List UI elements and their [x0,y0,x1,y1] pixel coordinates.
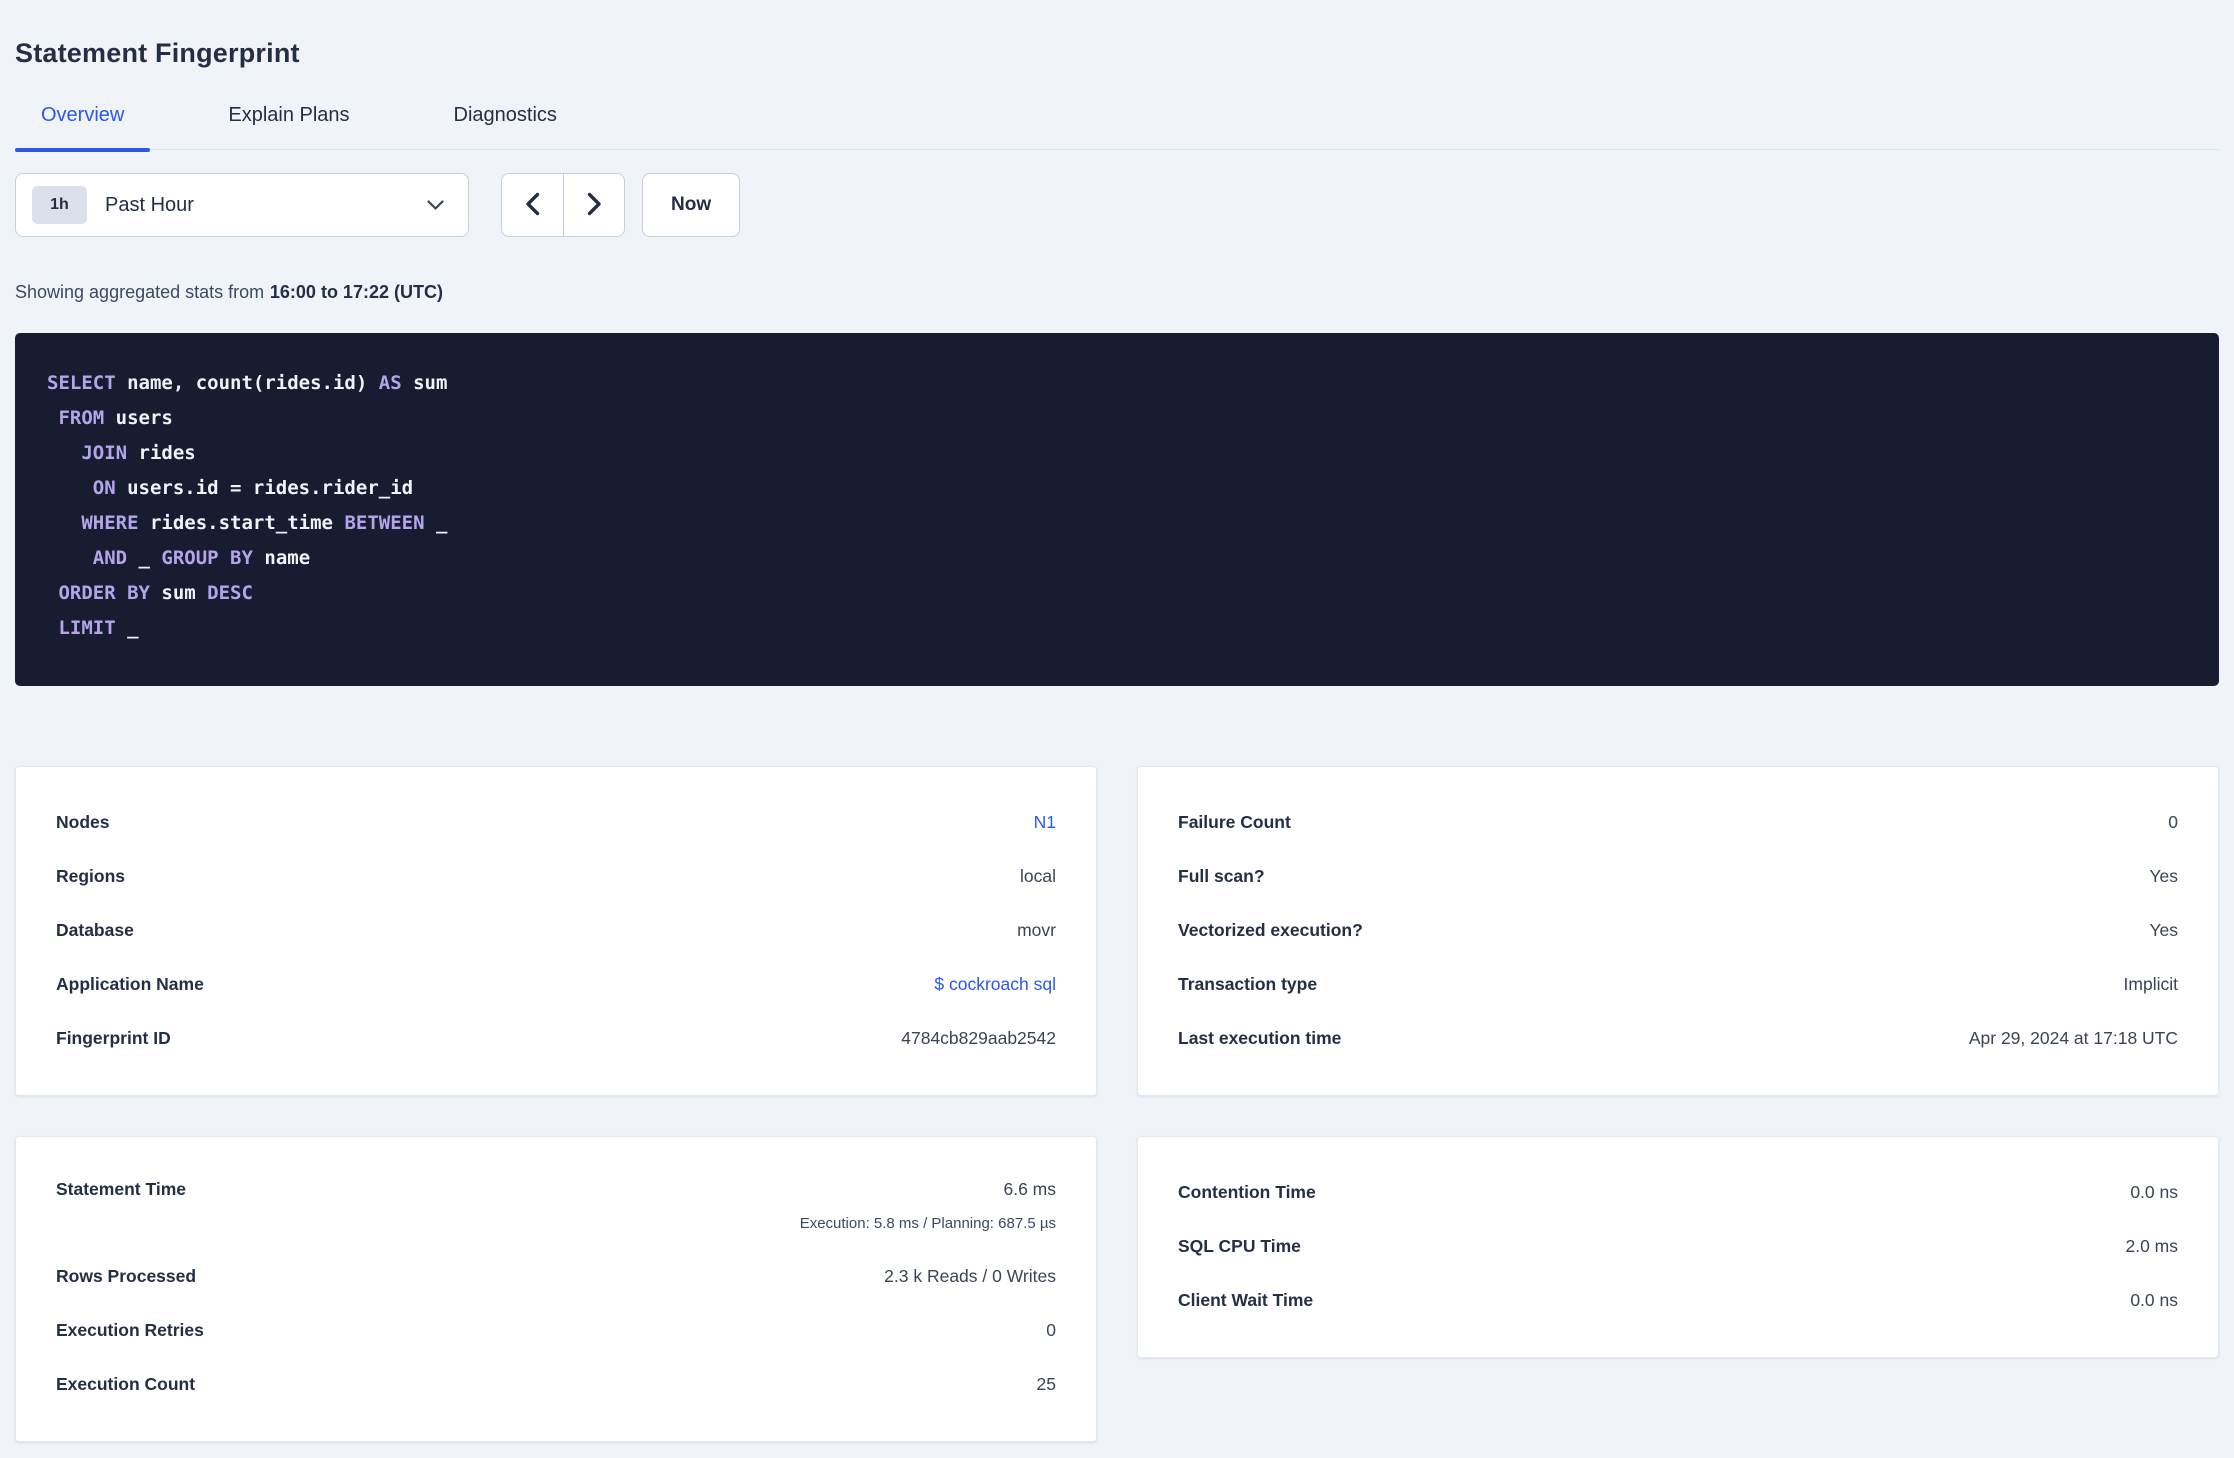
panel-row: Application Name $ cockroach sql [56,957,1056,1011]
row-label: Execution Count [56,1373,196,1394]
row-label: Rows Processed [56,1265,197,1286]
panel-row: Statement Time 6.6 ms Execution: 5.8 ms / … [56,1165,1056,1249]
row-label: Vectorized execution? [1178,919,1363,940]
panel-row: Rows Processed 2.3 k Reads / 0 Writes [56,1249,1056,1303]
row-value: 0 [2168,811,2178,832]
tab-diagnostics[interactable]: Diagnostics [428,102,583,149]
row-label: Database [56,919,134,940]
row-value: Implicit [2123,973,2178,994]
statement-fingerprint-page: Statement Fingerprint Overview Explain Pl… [0,0,2234,1458]
row-value: 0.0 ns [2130,1289,2178,1310]
sql-statement-box: SELECT name, count(rides.id) AS sum FROM… [15,333,2219,686]
row-value: Apr 29, 2024 at 17:18 UTC [1968,1027,2178,1048]
panel-row: Full scan? Yes [1178,849,2178,903]
row-label: Regions [56,865,126,886]
time-pager [501,173,625,237]
row-value: 0 [1046,1319,1056,1340]
chevron-down-icon [427,199,444,211]
row-label: SQL CPU Time [1178,1235,1301,1256]
sql-line: ON users.id = rides.rider_id [92,477,414,499]
panel-row: Failure Count 0 [1178,795,2178,849]
row-label: Full scan? [1178,865,1265,886]
row-value-link[interactable]: N1 [1034,812,1056,833]
panel-row: Client Wait Time 0.0 ns [1178,1273,2178,1327]
row-value: 4784cb829aab2542 [901,1027,1056,1048]
panel-execution-attributes: Failure Count 0 Full scan? Yes Vectorized ex… [1137,766,2219,1096]
row-label: Client Wait Time [1178,1289,1314,1310]
panel-row: Database movr [56,903,1056,957]
panel-row: Nodes N1 [56,795,1056,849]
sql-line: SELECT name, count(rides.id) AS sum [47,372,448,394]
panel-row: Transaction type Implicit [1178,957,2178,1011]
panel-row: Vectorized execution? Yes [1178,903,2178,957]
aggregated-stats-line: Showing aggregated stats from 16:00 to 17… [15,280,2219,304]
row-label: Contention Time [1178,1181,1316,1202]
chevron-right-icon [587,192,602,219]
row-label: Fingerprint ID [56,1027,171,1048]
panel-statement-details: Nodes N1 Regions local Database movr Applicati… [15,766,1097,1096]
panel-row: Regions local [56,849,1056,903]
panel-row: Execution Count 25 [56,1357,1056,1411]
row-label: Application Name [56,973,204,994]
page-title: Statement Fingerprint [15,38,300,68]
next-range-button[interactable] [563,174,624,236]
panel-row: Execution Retries 0 [56,1303,1056,1357]
row-subvalue: Execution: 5.8 ms / Planning: 687.5 µs [799,1215,1056,1232]
row-label: Nodes [56,811,110,832]
stats-line-range: 16:00 to 17:22 (UTC) [269,282,443,302]
row-label: Execution Retries [56,1319,204,1340]
panel-row: SQL CPU Time 2.0 ms [1178,1219,2178,1273]
row-value: 2.0 ms [2125,1235,2178,1256]
row-value: local [1020,865,1056,886]
time-range-select[interactable]: 1h Past Hour [15,173,469,237]
row-value-link[interactable]: $ cockroach sql [934,974,1056,995]
row-value: 2.3 k Reads / 0 Writes [884,1265,1056,1286]
row-value: Yes [2149,919,2178,940]
row-value: movr [1017,919,1056,940]
row-value: 25 [1036,1373,1056,1394]
row-label: Transaction type [1178,973,1318,994]
stats-line-prefix: Showing aggregated stats from [15,282,265,302]
panels-grid: Nodes N1 Regions local Database movr Applicati… [15,766,2219,1442]
panel-row: Last execution time Apr 29, 2024 at 17:18… [1178,1011,2178,1065]
panel-execution-stats: Statement Time 6.6 ms Execution: 5.8 ms / … [15,1136,1097,1442]
panel-row: Contention Time 0.0 ns [1178,1165,2178,1219]
chevron-left-icon [525,192,540,219]
row-value: Yes [2149,865,2178,886]
time-range-badge: 1h [32,186,87,224]
row-label: Last execution time [1178,1027,1342,1048]
row-label: Statement Time [56,1179,186,1199]
panel-row: Fingerprint ID 4784cb829aab2542 [56,1011,1056,1065]
sql-line: ORDER BY sum DESC [58,582,253,604]
sql-line: WHERE rides.start_time BETWEEN _ [81,512,448,534]
time-range-label: Past Hour [105,193,194,216]
tab-overview[interactable]: Overview [15,102,151,152]
sql-line: JOIN rides [81,442,196,464]
now-button[interactable]: Now [642,173,741,237]
sql-line: FROM users [58,407,173,429]
prev-range-button[interactable] [502,174,563,236]
row-label: Failure Count [1178,811,1291,832]
tab-explain-plans[interactable]: Explain Plans [202,102,375,149]
panel-timing-stats: Contention Time 0.0 ns SQL CPU Time 2.0 ms C… [1137,1136,2219,1358]
time-controls: 1h Past Hour Now [15,173,2219,237]
sql-line: AND _ GROUP BY name [92,547,311,569]
row-value: 0.0 ns [2130,1181,2178,1202]
tab-bar: Overview Explain Plans Diagnostics [15,102,2219,152]
row-value: 6.6 ms [1003,1179,1056,1199]
sql-line: LIMIT _ [58,617,139,639]
